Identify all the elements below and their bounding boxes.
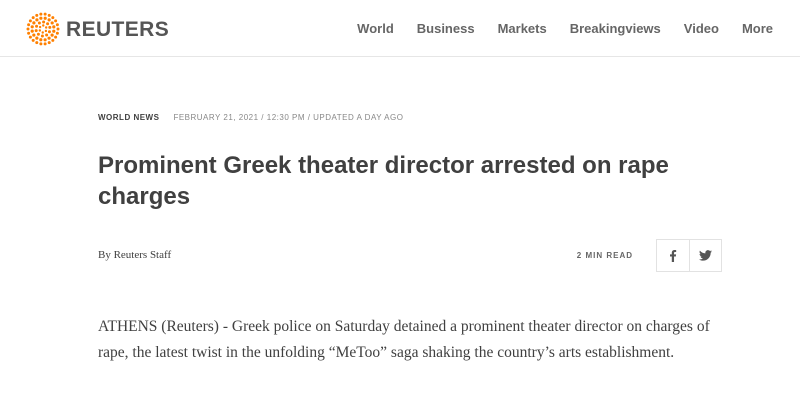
- logo-dot: [28, 35, 32, 39]
- logo-dot: [44, 29, 48, 33]
- logo-dot: [36, 32, 40, 36]
- logo-dot: [31, 16, 35, 20]
- facebook-icon: [670, 249, 677, 262]
- logo-dot: [38, 29, 42, 32]
- logo-dot: [37, 21, 41, 25]
- logo-dot: [39, 16, 43, 20]
- share-buttons: [656, 239, 722, 272]
- logo-dot: [35, 36, 39, 40]
- logo-dot: [51, 16, 55, 20]
- section-label[interactable]: WORLD NEWS: [98, 113, 159, 122]
- logo-dot: [54, 19, 58, 23]
- logo-dot: [50, 21, 54, 25]
- nav-item-business[interactable]: Business: [417, 21, 475, 36]
- main-nav: World Business Markets Breakingviews Vid…: [357, 0, 800, 56]
- logo-dot: [26, 27, 30, 31]
- reuters-logo[interactable]: REUTERS: [26, 12, 169, 46]
- logo-dot: [43, 12, 47, 16]
- logo-dot: [38, 25, 42, 29]
- logo-dot: [47, 13, 51, 17]
- twitter-share-button[interactable]: [689, 240, 721, 271]
- logo-dot: [31, 38, 35, 42]
- article-meta: WORLD NEWS FEBRUARY 21, 2021 / 12:30 PM /…: [98, 113, 403, 122]
- logo-dot: [27, 23, 31, 27]
- nav-item-world[interactable]: World: [357, 21, 394, 36]
- nav-item-video[interactable]: Video: [684, 21, 719, 36]
- logo-dot: [43, 38, 47, 42]
- logo-dot: [35, 41, 39, 45]
- logo-dot: [55, 31, 59, 35]
- reuters-logo-icon: [26, 12, 60, 46]
- site-header: REUTERS World Business Markets Breakingv…: [0, 0, 800, 57]
- logo-dot: [42, 20, 46, 24]
- byline: By Reuters Staff: [98, 249, 172, 261]
- logo-dot: [44, 26, 48, 29]
- logo-dot: [39, 38, 43, 42]
- article-lead-paragraph: ATHENS (Reuters) - Greek police on Satur…: [98, 318, 710, 361]
- nav-item-markets[interactable]: Markets: [498, 21, 547, 36]
- logo-dot: [54, 35, 58, 39]
- logo-dot: [55, 23, 59, 27]
- logo-dot: [28, 19, 32, 23]
- logo-dot: [48, 25, 52, 29]
- logo-dot: [32, 33, 36, 37]
- logo-dot: [32, 21, 36, 25]
- article-headline: Prominent Greek theater director arreste…: [98, 152, 669, 210]
- logo-dot: [46, 22, 50, 26]
- logo-dot: [35, 18, 39, 22]
- logo-dot: [27, 31, 31, 35]
- logo-dot: [52, 25, 56, 29]
- logo-dot: [51, 38, 55, 42]
- logo-dot: [35, 13, 39, 17]
- logo-dot: [47, 18, 51, 22]
- logo-dot: [43, 42, 47, 46]
- facebook-share-button[interactable]: [657, 240, 689, 271]
- logo-dot: [30, 29, 34, 33]
- nav-item-more[interactable]: More: [742, 21, 773, 36]
- logo-dot: [35, 24, 39, 28]
- logo-dot: [41, 31, 44, 34]
- logo-dot: [30, 25, 34, 29]
- nav-item-breakingviews[interactable]: Breakingviews: [570, 21, 661, 36]
- logo-dot: [45, 33, 49, 37]
- logo-dot: [47, 36, 51, 40]
- logo-dot: [40, 34, 44, 38]
- logo-dot: [56, 27, 60, 31]
- logo-dot: [47, 41, 51, 45]
- logo-dot: [34, 29, 38, 33]
- logo-dot: [47, 30, 51, 34]
- logo-dot: [52, 29, 56, 33]
- twitter-icon: [699, 250, 712, 261]
- logo-dot: [42, 24, 45, 27]
- dateline: FEBRUARY 21, 2021 / 12:30 PM / UPDATED A…: [173, 113, 404, 122]
- read-time: 2 MIN READ: [576, 251, 633, 260]
- logo-dot: [39, 42, 43, 46]
- logo-dot: [39, 12, 43, 16]
- logo-dot: [43, 16, 47, 20]
- logo-dot: [50, 33, 54, 37]
- brand-name: REUTERS: [66, 17, 170, 41]
